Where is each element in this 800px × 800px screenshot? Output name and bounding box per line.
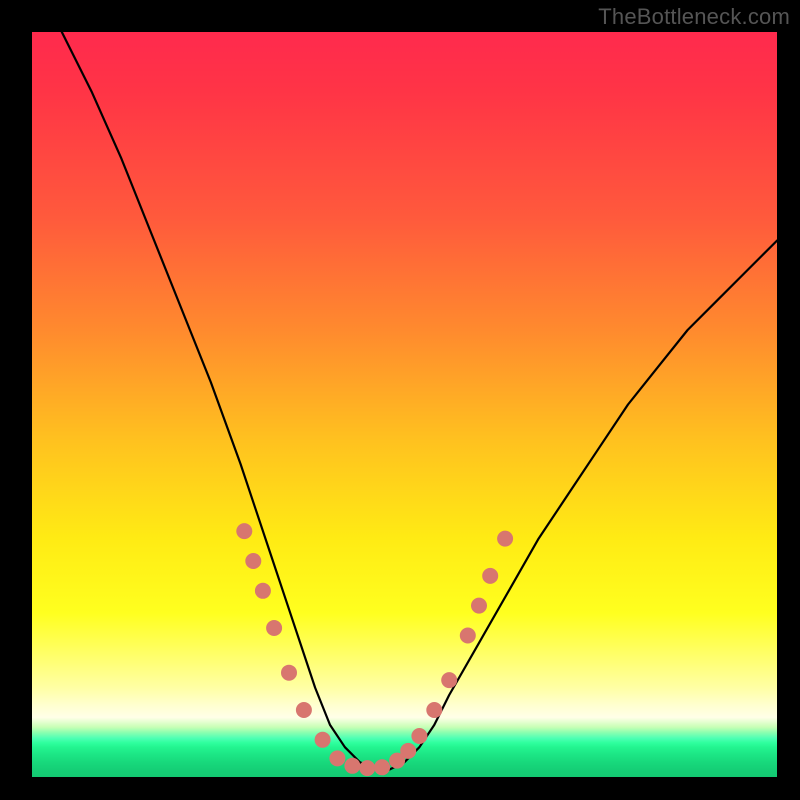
highlight-dots-group (236, 523, 513, 776)
highlight-dot (471, 598, 487, 614)
highlight-dot (329, 750, 345, 766)
plot-area (32, 32, 777, 777)
chart-frame: TheBottleneck.com (0, 0, 800, 800)
watermark-text: TheBottleneck.com (598, 4, 790, 30)
highlight-dot (236, 523, 252, 539)
highlight-dot (374, 759, 390, 775)
highlight-dot (441, 672, 457, 688)
highlight-dot (296, 702, 312, 718)
bottleneck-curve (62, 32, 777, 770)
highlight-dot (344, 758, 360, 774)
highlight-dot (426, 702, 442, 718)
highlight-dot (482, 568, 498, 584)
highlight-dot (315, 732, 331, 748)
highlight-dot (255, 583, 271, 599)
highlight-dot (400, 743, 416, 759)
highlight-dot (245, 553, 261, 569)
highlight-dot (281, 665, 297, 681)
highlight-dot (266, 620, 282, 636)
bottleneck-curve-svg (32, 32, 777, 777)
highlight-dot (411, 728, 427, 744)
highlight-dot (359, 760, 375, 776)
highlight-dot (497, 531, 513, 547)
highlight-dot (460, 628, 476, 644)
